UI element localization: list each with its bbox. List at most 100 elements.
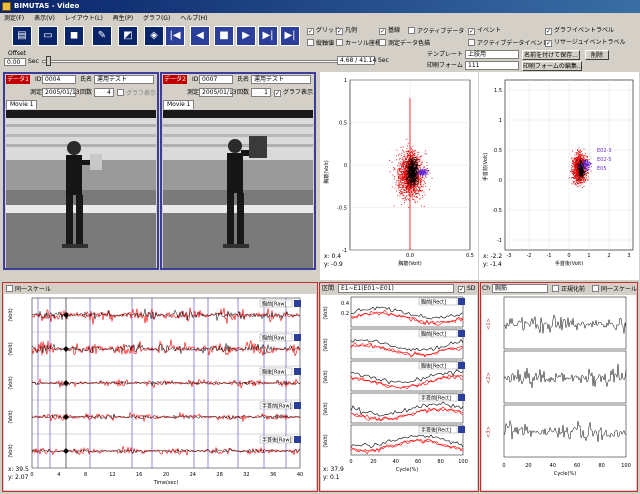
scatter-left-point — [421, 164, 423, 166]
scatter-right-point — [580, 176, 582, 178]
scatter-right-point — [579, 182, 581, 184]
scatter-right-annotation: E05 — [597, 166, 607, 172]
time-slider-thumb[interactable] — [46, 56, 51, 66]
app-icon — [2, 2, 11, 11]
template-select[interactable]: 上肢用 — [465, 50, 519, 59]
scatter-left-point — [428, 170, 430, 172]
menu-measure[interactable]: 測定(F) — [0, 13, 28, 25]
step-forward-button[interactable]: ▶| — [258, 26, 278, 46]
scatter-left-point — [400, 147, 402, 148]
scatter-right-point — [579, 185, 581, 187]
id-field-right: 0007 — [199, 75, 233, 84]
scatter-left-point — [400, 191, 402, 193]
scatter-right-point — [570, 177, 572, 179]
scatter-right-point — [576, 159, 578, 161]
waveform-channel-label: 手首後[Raw] — [262, 437, 291, 444]
scatter-right-point — [576, 181, 578, 183]
scatter-left-point — [403, 187, 405, 189]
scatter-left-point — [399, 192, 401, 194]
scatter-left-point — [414, 193, 416, 194]
skip-start-button[interactable]: |◀ — [165, 26, 185, 46]
graph-display-checkbox-right[interactable]: ✓ グラフ表示 — [274, 89, 313, 97]
offset-value-field[interactable]: 0.00 — [4, 58, 26, 66]
right-panel[interactable]: <1> <2> <3> 0 20 40 60 80 100 Cycle(%) — [482, 295, 636, 490]
legend-checkbox[interactable]: ✓ 凡例 — [336, 27, 357, 35]
scatter-left-point — [414, 201, 416, 203]
scatter-left-point — [409, 195, 411, 197]
cycle-xtick: 100 — [458, 459, 468, 465]
stop-button[interactable]: ■ — [214, 26, 234, 46]
event-checkbox[interactable]: ✓ イベント — [468, 27, 501, 35]
scatter-left-point — [404, 167, 406, 169]
step-back-button[interactable]: ◀ — [190, 26, 210, 46]
new-file-icon[interactable]: ▤ — [12, 26, 32, 46]
open-folder-icon[interactable]: ▭ — [38, 26, 58, 46]
scatter-left-point — [414, 202, 416, 204]
movie-tab-left[interactable]: Movie 1 — [6, 100, 38, 109]
print-form-select[interactable]: 111 — [465, 61, 519, 70]
scatter-left-point — [417, 192, 419, 194]
baseline-checkbox[interactable]: ✓ 基線 — [379, 27, 400, 35]
cursor-coords-checkbox[interactable]: カーソル座標 — [336, 39, 381, 48]
time-slider-track[interactable] — [42, 60, 342, 63]
lissajous-event-label-checkbox[interactable]: ✓ リサージュイベントラベル — [545, 39, 625, 47]
edit-icon[interactable]: ✎ — [92, 26, 112, 46]
scatter-right-point — [585, 159, 587, 161]
window-title: BIMUTAS - Video — [14, 2, 80, 10]
scatter-right-point — [571, 183, 573, 185]
scatter-left-point — [404, 176, 406, 178]
cycle-channel-dropdown — [458, 362, 465, 369]
scatter-panel-right[interactable]: 1.5 1 0.5 0 -0.5 -1 -3 -2 -1 0 1 2 3 E02-3 E02-5 E05 手首前… — [479, 72, 639, 280]
scatter-panel-left[interactable]: 1 0.5 0 -0.5 -1 胸筋(Volt) 0.0 0.5 胸筋(Volt) — [320, 72, 478, 280]
menu-help[interactable]: ヘルプ(H) — [176, 13, 211, 25]
menu-graph[interactable]: グラフ(G) — [139, 13, 174, 25]
play-button[interactable]: ▶ — [236, 26, 256, 46]
graph-display-checkbox-left[interactable]: グラフ表示 — [117, 89, 156, 98]
save-icon[interactable]: ◼ — [64, 26, 84, 46]
scatter-right-point — [580, 163, 582, 165]
waveform-panel[interactable]: (Volt) (Volt) (Volt) (Volt) (Volt) 胸前[Raw] 胸前[… — [4, 294, 316, 490]
menu-bar: 測定(F) 表示(V) レイアウト(L) 再生(P) グラフ(G) ヘルプ(H) — [0, 13, 640, 25]
scatter-left-point — [414, 168, 415, 170]
vertical-axis-checkbox[interactable]: 縦軸値 — [307, 39, 334, 48]
cycle-panel[interactable]: (Volt) 0.4 0.2 胸前[Rect] (Volt) 胸前[Rect] (Volt)… — [321, 295, 477, 490]
right-xtick: 20 — [525, 463, 531, 469]
offset-label: Offset — [8, 50, 27, 57]
active-data-checkbox[interactable]: アクティブデータ — [408, 27, 464, 36]
skip-end-button[interactable]: ▶| — [280, 26, 300, 46]
cycle-xtick: 20 — [370, 459, 376, 465]
delete-button[interactable]: 削除 — [585, 50, 609, 60]
scatter-right-point — [580, 159, 582, 161]
graph-event-label-checkbox[interactable]: ✓ グラフイベントラベル — [545, 27, 614, 35]
scatter-left-point — [416, 164, 418, 165]
save-as-button[interactable]: 名前を付けて保存... — [522, 50, 580, 60]
scatter-left-point — [422, 190, 423, 192]
cycle-cursor-x: x: 37.9 — [323, 466, 344, 473]
print-form-edit-button[interactable]: 印刷フォームの編集... — [522, 61, 583, 71]
scatter-left-point — [401, 152, 403, 154]
position-field[interactable]: 4.68 / 41.14 — [337, 56, 376, 65]
scatter-left-point — [391, 186, 393, 188]
scatter-left-point — [411, 157, 413, 159]
scatter-left-point — [412, 198, 414, 200]
scatter-left-point — [421, 174, 423, 176]
active-event-checkbox[interactable]: アクティブデータイベント — [468, 39, 548, 48]
menu-layout[interactable]: レイアウト(L) — [61, 13, 107, 25]
scatter-left-point — [416, 158, 417, 160]
scatter-left-point — [400, 180, 402, 182]
measure-data-display-checkbox[interactable]: 測定データ色描 — [379, 39, 430, 48]
graph-icon[interactable]: ◩ — [118, 26, 138, 46]
menu-view[interactable]: 表示(V) — [30, 13, 59, 25]
scatter-left-point — [401, 164, 403, 166]
scatter-left-point — [418, 165, 419, 167]
movie-tab-right[interactable]: Movie 1 — [163, 100, 195, 109]
scatter-left-point — [425, 176, 427, 178]
scatter-left-ytick: 0 — [344, 163, 347, 169]
waveform-xtick: 0 — [30, 472, 33, 478]
menu-play[interactable]: 再生(P) — [109, 13, 137, 25]
scatter-left-point — [402, 177, 404, 179]
scatter-left-point — [408, 187, 410, 189]
scatter-right-point — [590, 170, 592, 172]
scatter-left-point — [417, 181, 419, 183]
export-icon[interactable]: ◈ — [144, 26, 164, 46]
